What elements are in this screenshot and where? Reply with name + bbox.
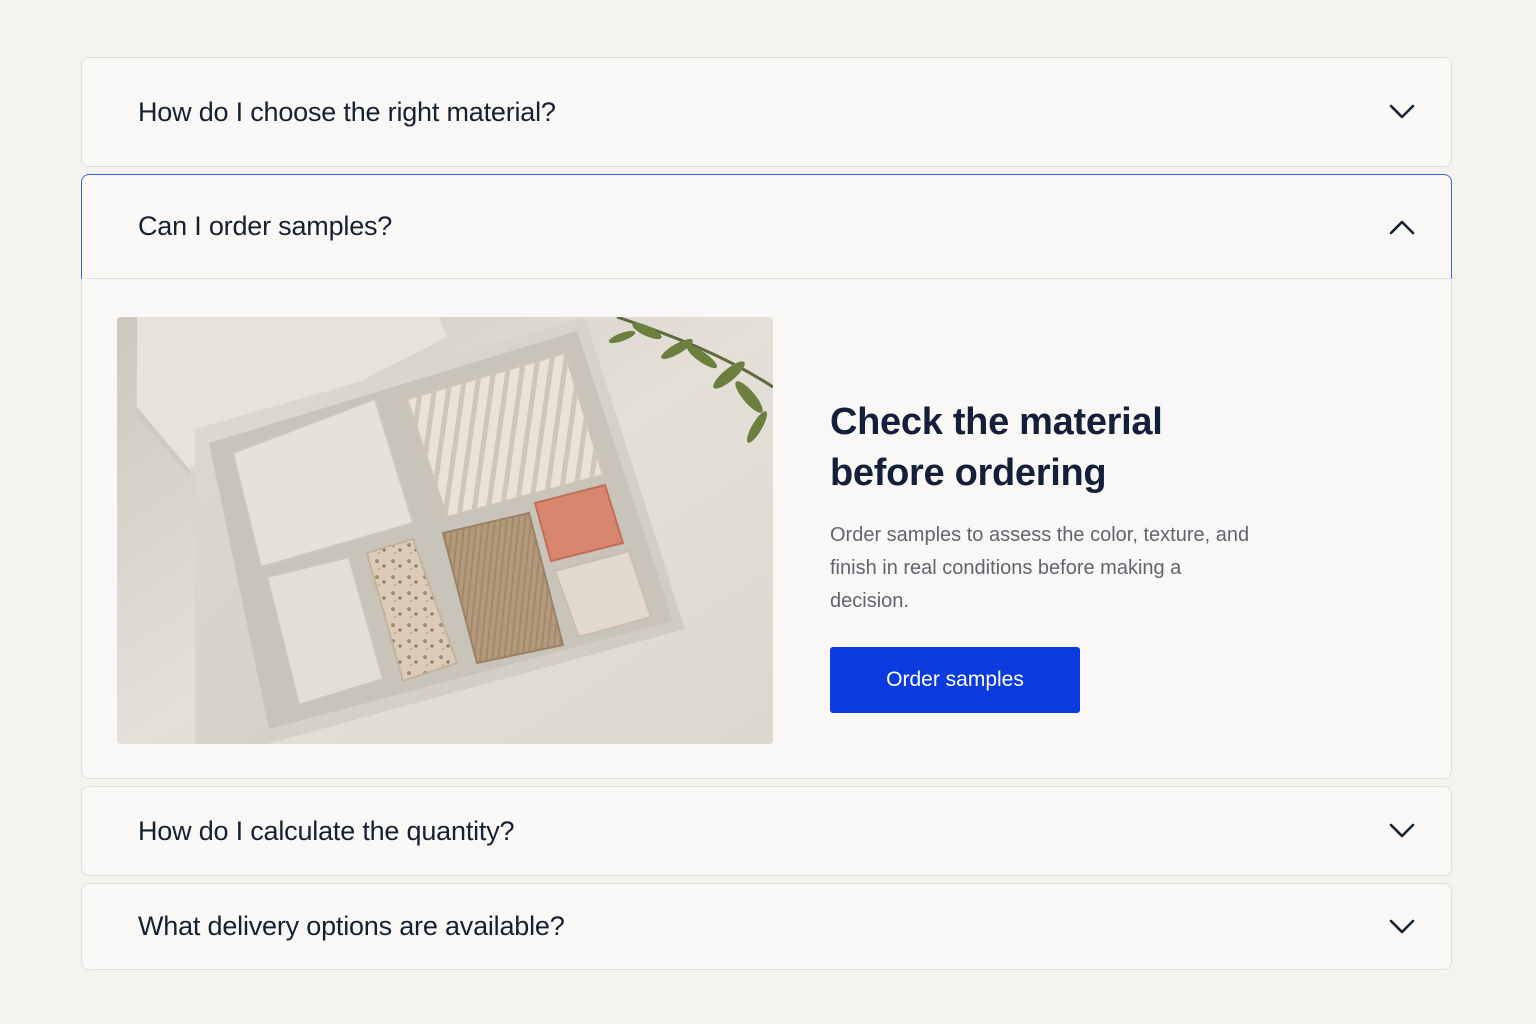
faq-question-delivery-options[interactable]: What delivery options are available?	[82, 884, 1451, 969]
answer-headline-line-2: before ordering	[830, 452, 1107, 494]
faq-question-text: What delivery options are available?	[138, 911, 565, 941]
faq-accordion: How do I choose the right material? Can …	[81, 57, 1452, 970]
faq-question-text: How do I calculate the quantity?	[138, 815, 515, 846]
faq-item-delivery-options: What delivery options are available?	[81, 883, 1452, 970]
faq-question-choose-material[interactable]: How do I choose the right material?	[82, 58, 1451, 166]
faq-question-calculate-quantity[interactable]: How do I calculate the quantity?	[82, 787, 1451, 875]
material-samples-photo	[117, 317, 773, 744]
chevron-down-icon[interactable]	[1388, 98, 1416, 126]
faq-question-text: How do I choose the right material?	[138, 96, 556, 127]
faq-item-calculate-quantity: How do I calculate the quantity?	[81, 786, 1452, 876]
faq-item-order-samples: Can I order samples? Check the material …	[81, 174, 1452, 779]
order-samples-button[interactable]: Order samples	[830, 647, 1080, 713]
answer-headline-line-1: Check the material	[830, 401, 1163, 443]
faq-question-text: Can I order samples?	[138, 211, 393, 241]
answer-content: Check the material before ordering Order…	[830, 397, 1260, 713]
answer-headline: Check the material before ordering	[830, 397, 1260, 499]
faq-answer-panel: Check the material before ordering Order…	[81, 279, 1452, 779]
chevron-up-icon[interactable]	[1388, 213, 1416, 241]
faq-question-order-samples[interactable]: Can I order samples?	[81, 174, 1452, 279]
faq-item-choose-material: How do I choose the right material?	[81, 57, 1452, 167]
chevron-down-icon[interactable]	[1388, 817, 1416, 845]
answer-description: Order samples to assess the color, textu…	[830, 524, 1250, 612]
chevron-down-icon[interactable]	[1388, 913, 1416, 941]
